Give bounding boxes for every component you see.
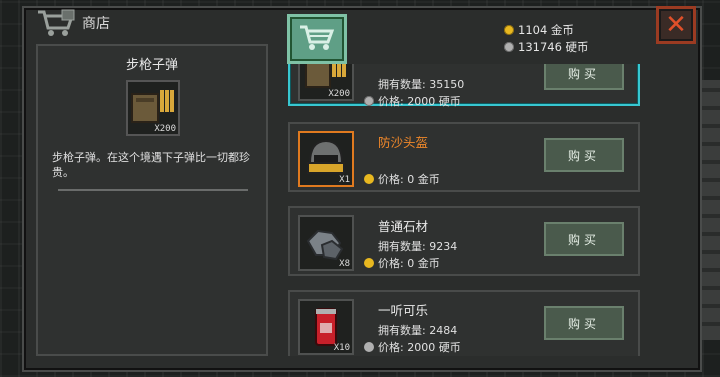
gold-amount: 1104 金币 [518,23,574,37]
ammo-crate-icon: X200 [298,64,354,101]
background-shelf [702,80,720,340]
title-bar: 商店 [36,8,110,38]
item-quantity: X200 [328,89,350,99]
buy-button[interactable]: 购买 [544,64,624,90]
tab-shop[interactable] [287,14,347,64]
close-button[interactable]: ✕ [656,6,696,44]
shop-item-rifle-ammo[interactable]: X200 拥有数量: 35150 价格: 2000 硬币 购买 [288,64,640,109]
item-quantity: X10 [333,343,350,353]
silver-amount: 131746 硬币 [518,40,589,54]
ammo-crate-icon: X200 [126,80,180,136]
silver-coin-icon [364,342,374,352]
buy-button[interactable]: 购买 [544,222,624,256]
item-price: 价格: 2000 硬币 [364,93,461,109]
item-price: 价格: 2000 硬币 [364,339,461,355]
owned-count: 拥有数量: 35150 [378,78,465,91]
shop-item-stone[interactable]: X8 普通石材 拥有数量: 9234 价格: 0 金币 购买 [288,206,640,276]
shopping-cart-icon [297,22,337,56]
silver-balance: 131746 硬币 [504,39,589,55]
stone-icon: X8 [298,215,354,271]
gold-coin-icon [364,258,374,268]
detail-item-name: 步枪子弹 [125,58,178,73]
silver-coin-icon [364,96,374,106]
item-price: 价格: 0 金币 [364,255,440,271]
item-quantity: X8 [339,259,350,269]
gold-coin-icon [364,174,374,184]
cola-can-icon: X10 [298,299,354,355]
helmet-icon: X1 [298,131,354,187]
item-name: 普通石材 [378,219,429,234]
owned-count: 拥有数量: 2484 [378,324,458,337]
gold-coin-icon [504,25,514,35]
silver-coin-icon [504,42,514,52]
owned-count: 拥有数量: 9234 [378,240,458,253]
divider [58,189,248,191]
page-title: 商店 [82,16,110,32]
detail-quantity: X200 [154,124,176,134]
item-name: 一听可乐 [378,303,429,318]
close-icon: ✕ [665,10,687,40]
detail-description: 步枪子弹。在这个境遇下子弹比一切都珍贵。 [52,151,250,179]
buy-button[interactable]: 购买 [544,138,624,172]
item-price: 价格: 0 金币 [364,171,440,187]
buy-button[interactable]: 购买 [544,306,624,340]
item-detail-panel: 步枪子弹 X200 步枪子弹。在这个境遇下子弹比一切都珍贵。 [36,44,268,356]
gold-balance: 1104 金币 [504,22,574,38]
shopping-cart-icon [36,8,76,38]
shop-item-list[interactable]: X200 拥有数量: 35150 价格: 2000 硬币 购买 X1 防沙头盔 … [280,64,646,356]
shop-item-cola[interactable]: X10 一听可乐 拥有数量: 2484 价格: 2000 硬币 购买 [288,290,640,356]
item-quantity: X1 [339,175,350,185]
item-name: 防沙头盔 [378,135,429,150]
shop-item-sand-helmet[interactable]: X1 防沙头盔 价格: 0 金币 购买 [288,122,640,192]
